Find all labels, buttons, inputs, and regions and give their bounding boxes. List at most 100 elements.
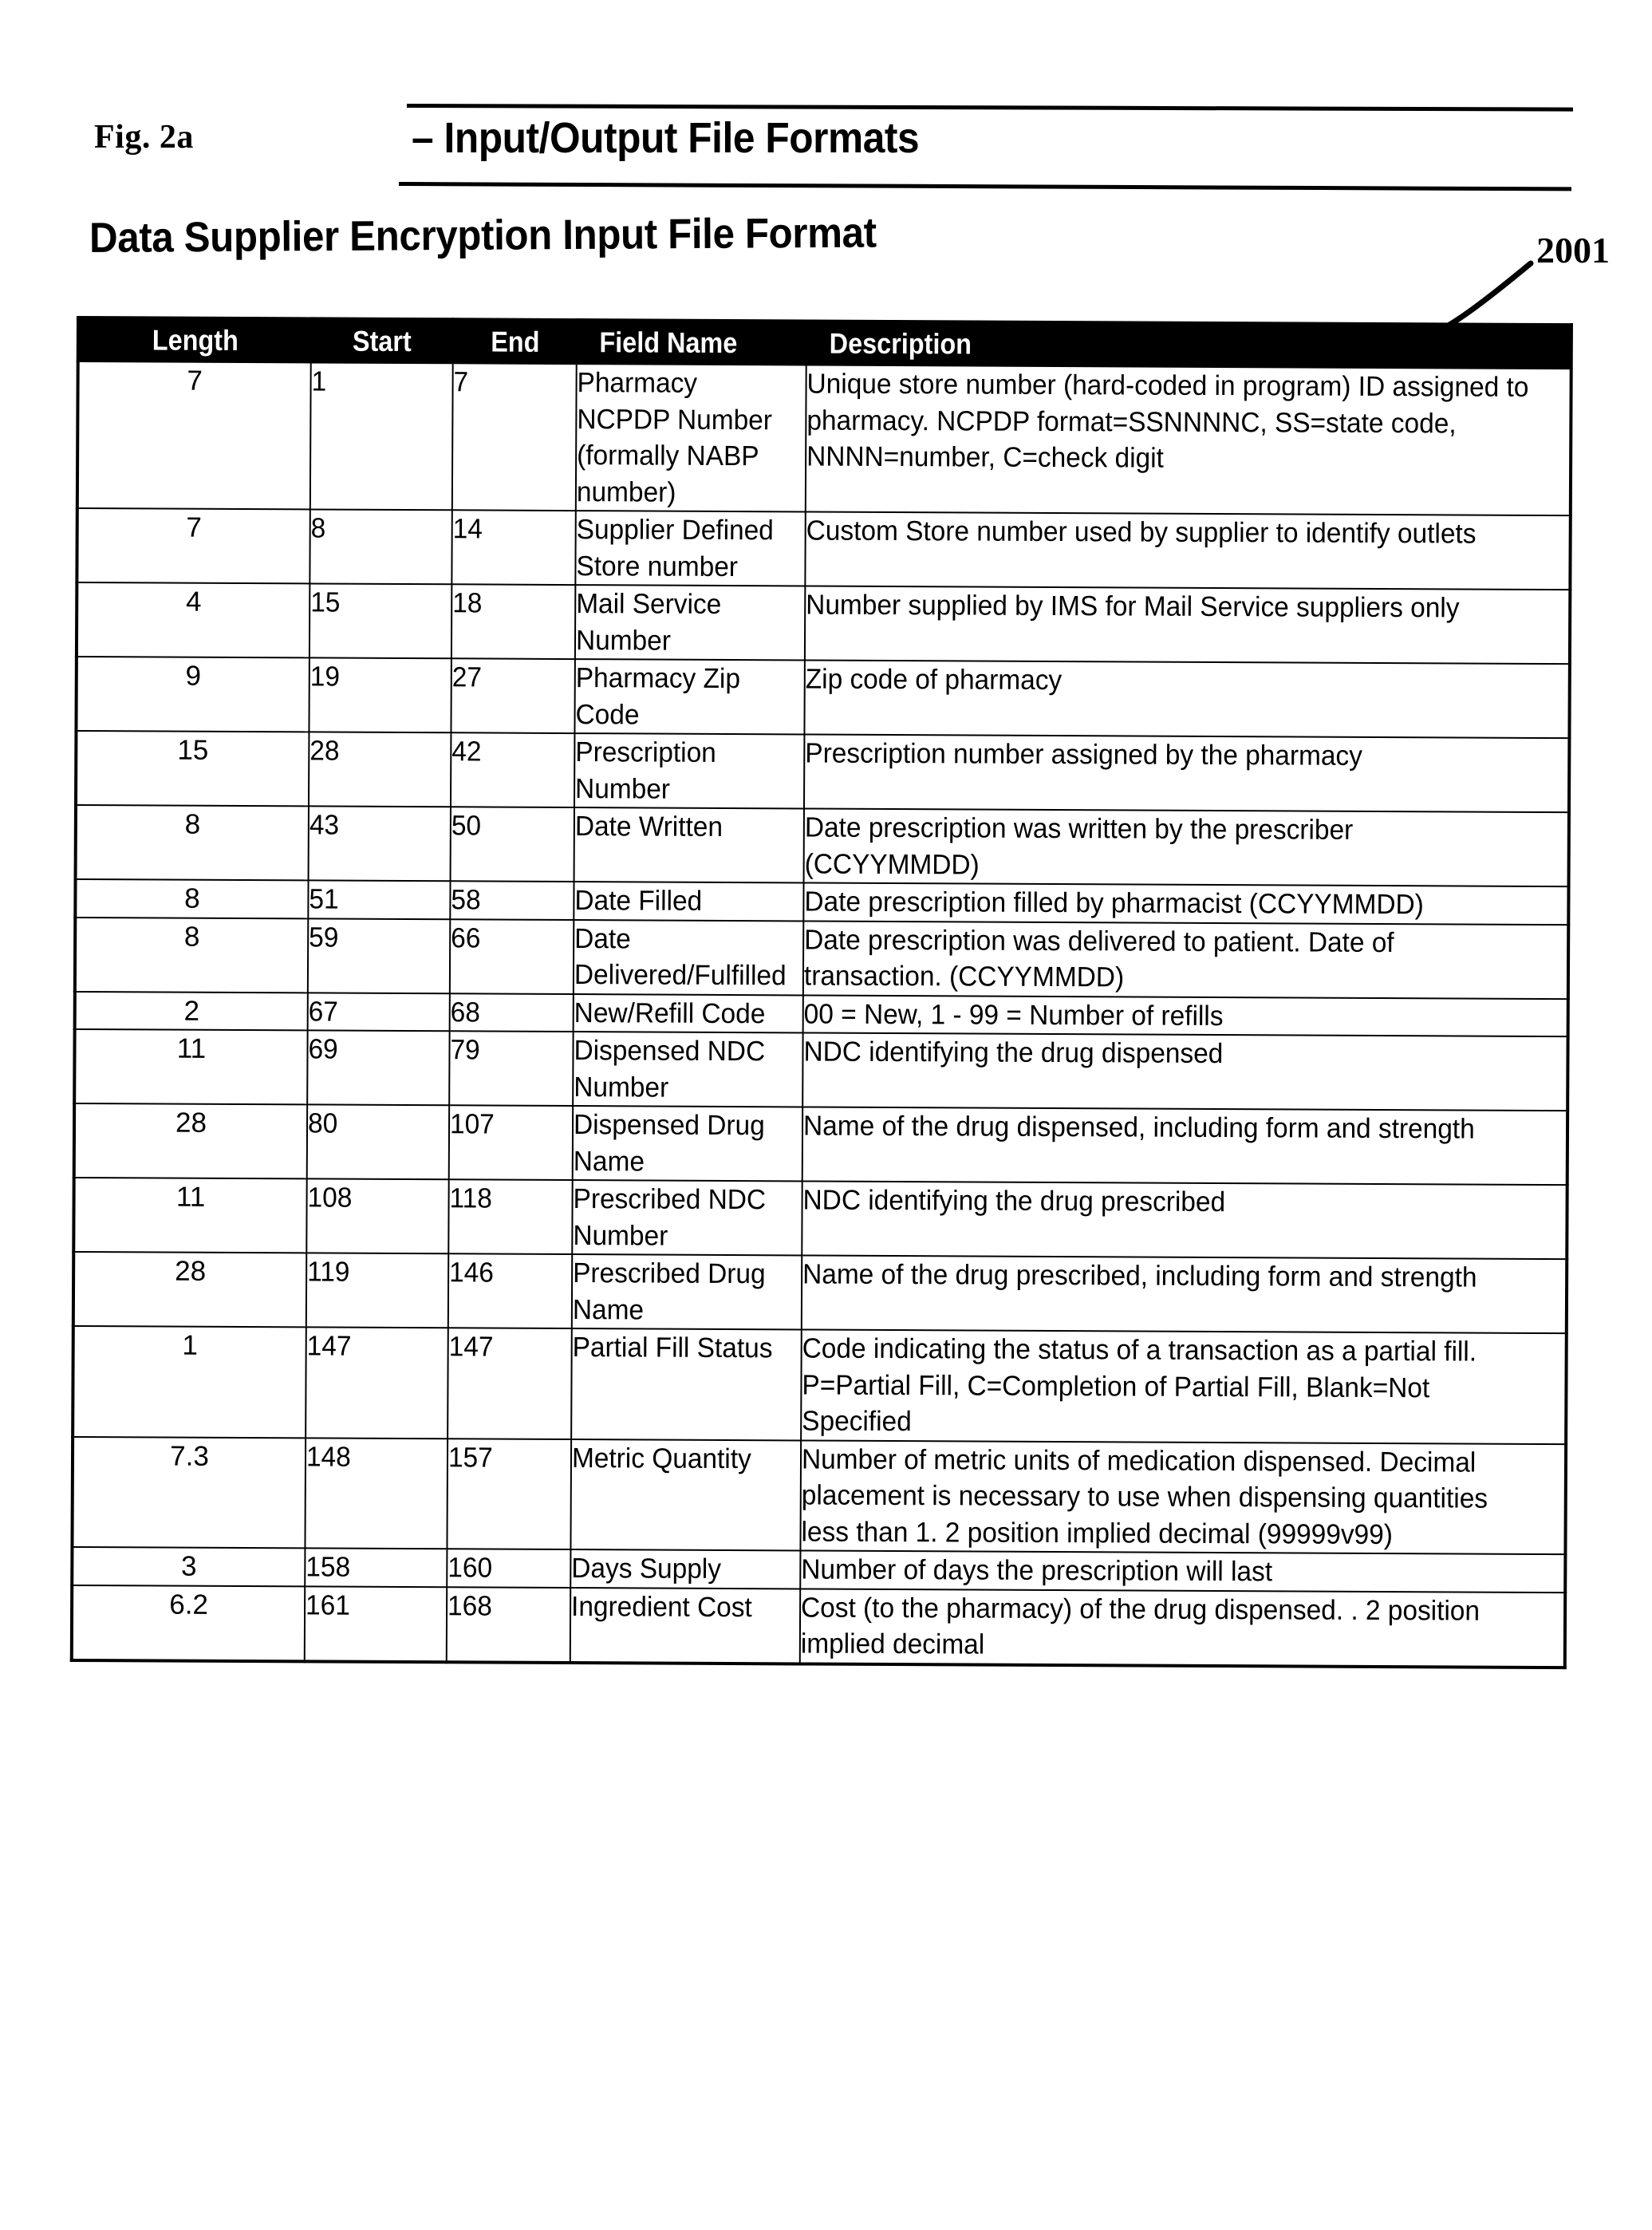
cell-field-name: Partial Fill Status xyxy=(571,1328,802,1440)
cell-start-text: 43 xyxy=(309,809,340,841)
cell-description: Code indicating the status of a transact… xyxy=(801,1329,1567,1444)
cell-field-name-text: Date Filled xyxy=(574,885,703,917)
cell-description-text: Date prescription filled by pharmacist (… xyxy=(804,886,1424,921)
cell-description: Unique store number (hard-coded in progr… xyxy=(805,365,1571,516)
cell-start: 51 xyxy=(308,880,451,919)
cell-start-text: 158 xyxy=(306,1551,351,1583)
cell-start: 43 xyxy=(308,806,451,882)
cell-description-text: Date prescription was delivered to patie… xyxy=(803,923,1394,993)
cell-length: 7.3 xyxy=(72,1436,306,1549)
cell-length: 6.2 xyxy=(71,1585,306,1661)
cell-end-text: 18 xyxy=(452,587,483,619)
header-rule-top xyxy=(406,104,1574,112)
cell-start-text: 28 xyxy=(310,735,340,767)
cell-end: 66 xyxy=(449,918,574,994)
cell-field-name: Days Supply xyxy=(570,1549,801,1589)
cell-description: Number of days the prescription will las… xyxy=(800,1550,1566,1593)
column-header-length: Length xyxy=(77,318,311,363)
cell-start-text: 119 xyxy=(307,1256,350,1288)
cell-length: 8 xyxy=(75,879,309,918)
cell-end-text: 157 xyxy=(447,1441,493,1474)
cell-start-text: 1 xyxy=(311,365,327,397)
cell-length: 7 xyxy=(77,508,310,584)
figure-header: Fig. 2a – Input/Output File Formats xyxy=(0,48,1652,191)
cell-description: Date prescription was delivered to patie… xyxy=(802,920,1569,999)
cell-description-text: Zip code of pharmacy xyxy=(805,663,1063,697)
cell-start: 8 xyxy=(310,509,452,585)
cell-field-name-text: Dispensed NDC Number xyxy=(574,1035,766,1103)
cell-length-text: 8 xyxy=(183,921,200,953)
cell-field-name: Pharmacy Zip Code xyxy=(574,659,805,735)
cell-description: Name of the drug prescribed, including f… xyxy=(801,1255,1567,1334)
file-format-table: Length Start End Field Name Description … xyxy=(69,316,1573,1669)
table-row: 4 15 18 Mail Service Number Number supplied … xyxy=(76,582,1571,665)
cell-end: 7 xyxy=(451,363,577,511)
cell-end-text: 168 xyxy=(447,1589,492,1622)
table-row: 28 119 146 Prescribed Drug Name Name of the … xyxy=(73,1251,1567,1334)
cell-description-text: Number supplied by IMS for Mail Service … xyxy=(806,589,1460,624)
cell-description: Custom Store number used by supplier to … xyxy=(805,511,1571,590)
table-row: 6.2 161 168 Ingredient Cost Cost (to the pha… xyxy=(71,1585,1566,1668)
cell-description: 00 = New, 1 - 99 = Number of refills xyxy=(802,994,1568,1037)
cell-start-text: 161 xyxy=(306,1589,350,1621)
table-row: 11 108 118 Prescribed NDC Number NDC identif… xyxy=(73,1177,1567,1260)
cell-field-name-text: Date Written xyxy=(574,811,723,843)
cell-end: 58 xyxy=(450,881,574,920)
cell-length-text: 7 xyxy=(187,365,203,397)
cell-field-name: New/Refill Code xyxy=(573,993,803,1033)
table-row: 1 147 147 Partial Fill Status Code indicatin… xyxy=(73,1325,1567,1444)
cell-description-text: Custom Store number used by supplier to … xyxy=(806,515,1477,550)
cell-start: 69 xyxy=(307,1030,450,1106)
cell-start: 1 xyxy=(310,362,453,511)
cell-field-name-text: Dispensed Drug Name xyxy=(573,1109,765,1177)
cell-start: 15 xyxy=(309,583,452,659)
cell-length-text: 7 xyxy=(186,511,203,543)
cell-description-text: Cost (to the pharmacy) of the drug dispe… xyxy=(800,1591,1480,1660)
cell-description-text: Unique store number (hard-coded in progr… xyxy=(806,368,1529,474)
cell-field-name: Date Filled xyxy=(574,882,804,921)
cell-length-text: 28 xyxy=(175,1107,207,1139)
cell-length: 4 xyxy=(76,582,310,658)
cell-field-name: Supplier Defined Store number xyxy=(575,511,806,586)
cell-field-name: Dispensed NDC Number xyxy=(573,1032,803,1107)
cell-field-name: Prescription Number xyxy=(574,733,805,809)
figure-title: – Input/Output File Formats xyxy=(412,114,920,162)
cell-end-text: 14 xyxy=(452,513,483,545)
cell-field-name: Prescribed NDC Number xyxy=(572,1180,802,1256)
cell-field-name-text: New/Refill Code xyxy=(574,997,766,1029)
column-header-description-label: Description xyxy=(829,326,972,361)
cell-field-name: Dispensed Drug Name xyxy=(572,1106,803,1182)
cell-end-text: 42 xyxy=(451,736,482,768)
cell-description: Cost (to the pharmacy) of the drug dispe… xyxy=(799,1588,1566,1668)
cell-start: 28 xyxy=(309,732,451,807)
cell-description-text: NDC identifying the drug dispensed xyxy=(803,1036,1224,1070)
cell-length-text: 4 xyxy=(185,586,202,618)
column-header-description: Description xyxy=(806,321,1571,369)
cell-end: 146 xyxy=(447,1253,573,1329)
table-row: 28 80 107 Dispensed Drug Name Name of the dr… xyxy=(73,1103,1568,1186)
cell-end: 50 xyxy=(450,807,574,882)
cell-length: 15 xyxy=(76,731,310,807)
table-row: 7 8 14 Supplier Defined Store number Custom … xyxy=(77,508,1571,590)
table-row: 15 28 42 Prescription Number Prescription nu… xyxy=(76,731,1570,813)
cell-length: 28 xyxy=(73,1251,307,1328)
cell-length-text: 9 xyxy=(185,660,202,692)
cell-length: 11 xyxy=(74,1028,308,1105)
cell-start-text: 108 xyxy=(307,1182,353,1214)
cell-field-name-text: Mail Service Number xyxy=(575,588,722,657)
cell-description: NDC identifying the drug prescribed xyxy=(802,1181,1567,1260)
cell-end: 147 xyxy=(447,1328,572,1439)
cell-end: 168 xyxy=(446,1586,571,1663)
cell-field-name-text: Prescribed NDC Number xyxy=(573,1183,767,1252)
cell-start: 19 xyxy=(309,657,451,733)
cell-start: 158 xyxy=(305,1548,447,1587)
cell-description-text: Number of days the prescription will las… xyxy=(801,1553,1273,1588)
column-header-end-label: End xyxy=(490,325,540,358)
column-header-field-name: Field Name xyxy=(576,320,806,365)
cell-field-name-text: Ingredient Cost xyxy=(571,1590,752,1623)
table-row: 7 1 7 Pharmacy NCPDP Number (formally NABP … xyxy=(77,361,1571,516)
cell-length-text: 3 xyxy=(181,1550,197,1582)
cell-description: NDC identifying the drug dispensed xyxy=(802,1032,1568,1111)
cell-field-name: Pharmacy NCPDP Number (formally NABP num… xyxy=(575,364,806,512)
cell-start-text: 8 xyxy=(310,512,326,544)
